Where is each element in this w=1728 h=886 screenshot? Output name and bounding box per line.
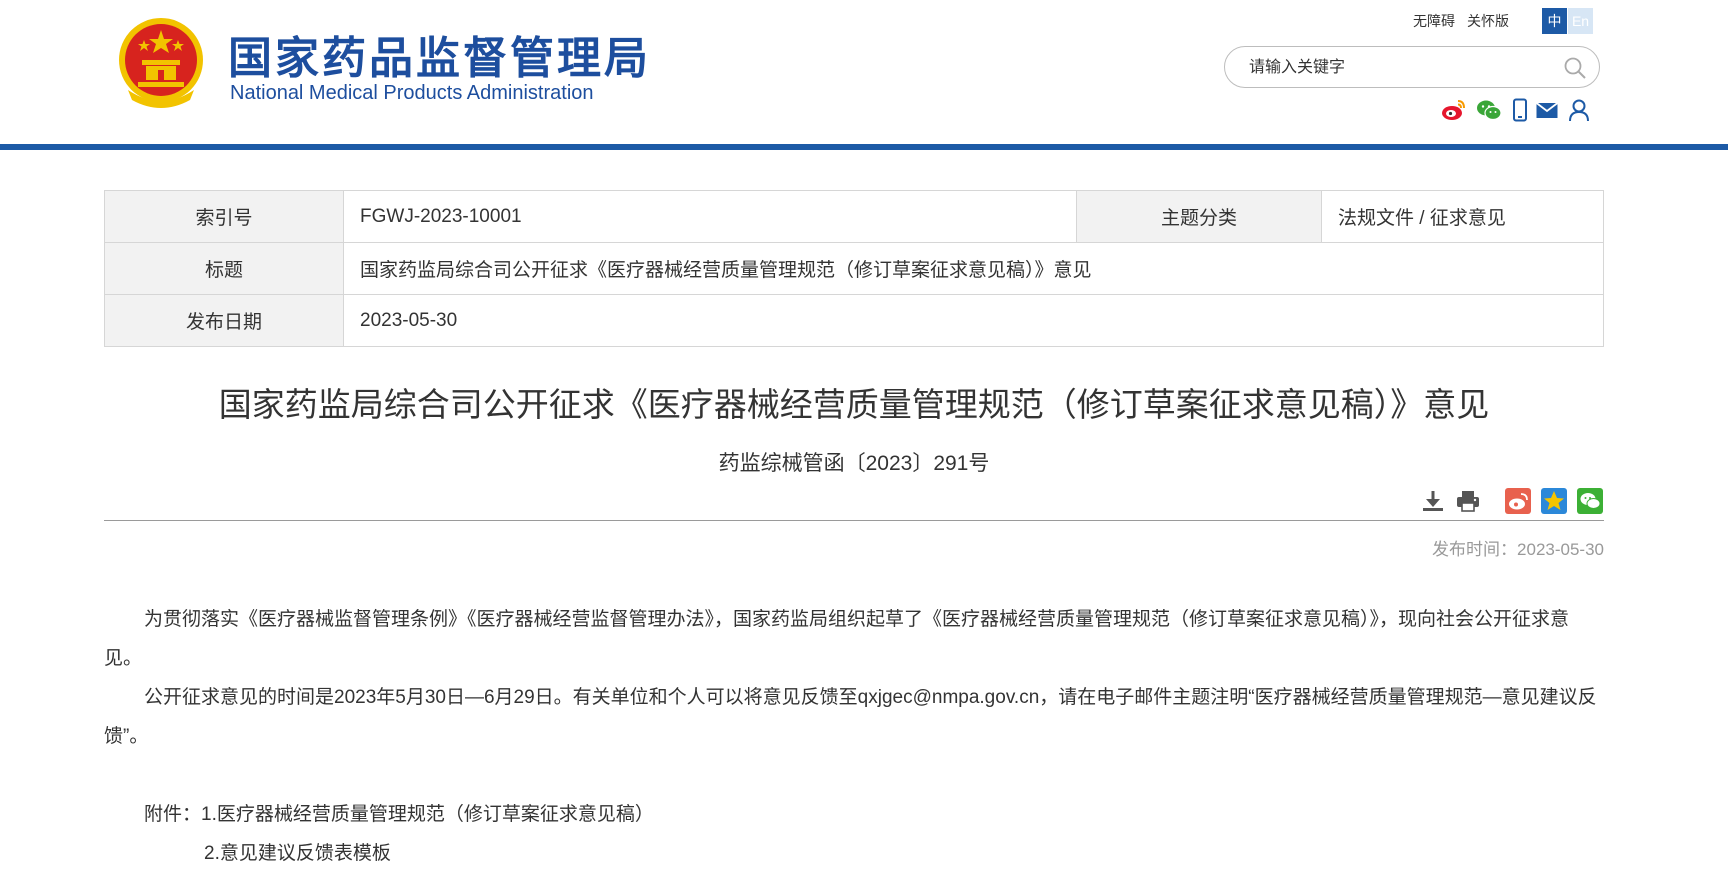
- site-header: 国家药品监督管理局 National Medical Products Admi…: [0, 0, 1728, 150]
- attachment-link-1[interactable]: 附件：1.医疗器械经营质量管理规范（修订草案征求意见稿）: [104, 795, 1604, 834]
- download-icon[interactable]: [1420, 488, 1446, 514]
- search-icon[interactable]: [1563, 56, 1587, 80]
- national-emblem-icon: [119, 18, 203, 108]
- table-row: 发布日期 2023-05-30: [104, 294, 1604, 347]
- category-label: 主题分类: [1076, 190, 1322, 243]
- index-value: FGWJ-2023-10001: [343, 190, 1077, 243]
- article-body: 为贯彻落实《医疗器械监督管理条例》《医疗器械经营监督管理办法》，国家药监局组织起…: [104, 600, 1604, 873]
- mobile-icon[interactable]: [1512, 98, 1528, 122]
- paragraph-feedback: 公开征求意见的时间是2023年5月30日—6月29日。有关单位和个人可以将意见反…: [104, 687, 1597, 747]
- category-value: 法规文件 / 征求意见: [1321, 190, 1604, 243]
- index-label: 索引号: [104, 190, 344, 243]
- table-row: 标题 国家药监局综合司公开征求《医疗器械经营质量管理规范（修订草案征求意见稿）》…: [104, 242, 1604, 295]
- header-divider: [0, 144, 1728, 150]
- attachment-link-2[interactable]: 2.意见建议反馈表模板: [104, 834, 1604, 873]
- table-row: 索引号 FGWJ-2023-10001 主题分类 法规文件 / 征求意见: [104, 190, 1604, 243]
- care-mode-link[interactable]: 关怀版: [1467, 13, 1509, 29]
- top-links: 无障碍 关怀版: [1413, 11, 1521, 31]
- search-box: [1224, 46, 1600, 88]
- paragraph-intro: 为贯彻落实《医疗器械监督管理条例》《医疗器械经营监督管理办法》，国家药监局组织起…: [104, 609, 1570, 669]
- wechat-share-icon[interactable]: [1577, 488, 1603, 514]
- article-title: 国家药监局综合司公开征求《医疗器械经营质量管理规范（修订草案征求意见稿）》意见: [218, 386, 1490, 423]
- weibo-share-icon[interactable]: [1505, 488, 1531, 514]
- print-icon[interactable]: [1455, 488, 1481, 514]
- mail-icon[interactable]: [1535, 98, 1559, 122]
- date-value: 2023-05-30: [343, 294, 1604, 347]
- date-label: 发布日期: [104, 294, 344, 347]
- search-input[interactable]: [1247, 55, 1551, 81]
- wechat-icon[interactable]: [1476, 98, 1502, 122]
- user-icon[interactable]: [1568, 98, 1590, 122]
- site-logo-cn[interactable]: 国家药品监督管理局: [228, 22, 651, 86]
- accessibility-link[interactable]: 无障碍: [1413, 13, 1455, 29]
- publish-time: 发布时间：2023-05-30: [1432, 540, 1604, 559]
- lang-en-button[interactable]: En: [1568, 8, 1593, 34]
- title-value: 国家药监局综合司公开征求《医疗器械经营质量管理规范（修订草案征求意见稿）》意见: [343, 242, 1604, 295]
- weibo-icon[interactable]: [1441, 98, 1466, 122]
- site-logo-en[interactable]: National Medical Products Administration: [230, 82, 594, 105]
- document-info-table: 索引号 FGWJ-2023-10001 主题分类 法规文件 / 征求意见 标题 …: [104, 190, 1604, 347]
- qzone-share-icon[interactable]: [1541, 488, 1567, 514]
- lang-zh-button[interactable]: 中: [1542, 8, 1567, 34]
- title-label: 标题: [104, 242, 344, 295]
- document-number: 药监综械管函〔2023〕291号: [718, 452, 990, 475]
- article-divider: [104, 520, 1604, 521]
